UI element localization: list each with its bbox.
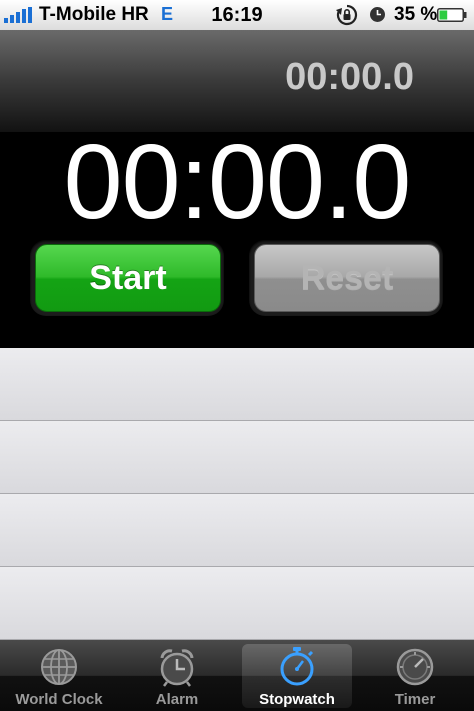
battery-percentage: 35 % bbox=[394, 4, 438, 25]
tab-label: Stopwatch bbox=[259, 691, 335, 708]
alarm-clock-icon bbox=[160, 649, 194, 687]
lap-row bbox=[0, 348, 474, 421]
start-button[interactable]: Start bbox=[35, 244, 221, 312]
reset-button-frame: Reset bbox=[249, 240, 443, 316]
globe-icon bbox=[41, 649, 77, 685]
stopwatch-panel: 00:00.0 Start Reset bbox=[0, 123, 474, 348]
lap-time-header: 00:00.0 bbox=[0, 30, 474, 132]
tab-label: Alarm bbox=[155, 691, 199, 708]
lap-row bbox=[0, 421, 474, 494]
lap-row bbox=[0, 494, 474, 567]
start-button-frame: Start bbox=[30, 240, 224, 316]
timer-icon bbox=[396, 648, 434, 686]
battery-icon bbox=[437, 8, 467, 22]
tab-bar: World Clock Alarm Stopwatch Timer bbox=[0, 640, 474, 711]
tab-stopwatch[interactable]: Stopwatch bbox=[238, 640, 356, 711]
stopwatch-icon bbox=[280, 647, 314, 686]
rotation-lock-icon bbox=[336, 4, 358, 26]
alarm-icon bbox=[370, 7, 385, 22]
lap-row bbox=[0, 567, 474, 640]
clock-app-screen: T-Mobile HR E 16:19 35 % 00:00.0 00:00.0… bbox=[0, 0, 474, 711]
tab-alarm[interactable]: Alarm bbox=[118, 640, 236, 711]
lap-time: 00:00.0 bbox=[285, 56, 414, 98]
tab-label: World Clock bbox=[15, 691, 103, 708]
tab-timer[interactable]: Timer bbox=[356, 640, 474, 711]
reset-button[interactable]: Reset bbox=[254, 244, 440, 312]
tab-world-clock[interactable]: World Clock bbox=[0, 640, 118, 711]
lap-list bbox=[0, 348, 474, 640]
status-bar: T-Mobile HR E 16:19 35 % bbox=[0, 0, 474, 30]
elapsed-time: 00:00.0 bbox=[63, 123, 412, 241]
tab-label: Timer bbox=[394, 691, 436, 708]
